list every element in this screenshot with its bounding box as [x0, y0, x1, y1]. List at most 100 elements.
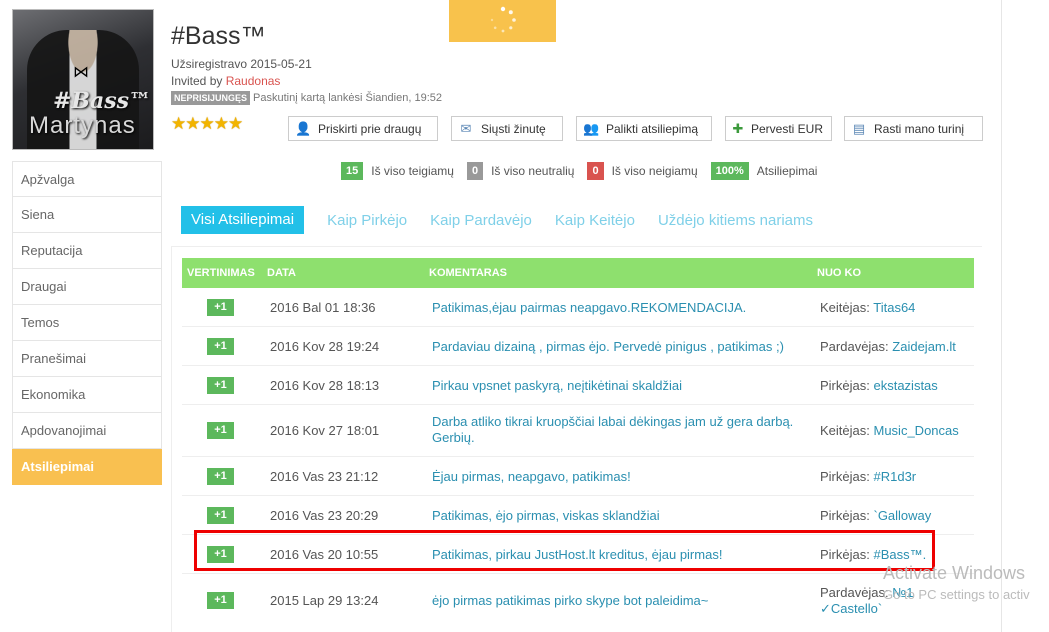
tab-as-exchanger[interactable]: Kaip Keitėjo — [555, 212, 635, 229]
header-vote: VERTINIMAS — [187, 267, 255, 279]
document-icon: ▤ — [852, 120, 866, 136]
neutral-count: 0 — [466, 162, 484, 180]
table-row: +1 2016 Kov 27 18:01 Darba atliko tikrai… — [182, 405, 974, 457]
positive-count: 15 — [341, 162, 364, 180]
add-friend-label: Priskirti prie draugų — [318, 121, 422, 136]
row-from: Keitėjas: Titas64 — [820, 300, 980, 316]
row-role: Pirkėjas: — [820, 378, 870, 393]
row-comment: ėjo pirmas patikimas pirko skype bot pal… — [432, 593, 709, 608]
row-comment: Pardaviau dizainą , pirmas ėjo. Pervedė … — [432, 339, 784, 354]
row-role: Pirkėjas: — [820, 508, 870, 523]
send-message-button[interactable]: ✉ Siųsti žinutę — [451, 116, 563, 141]
sidebar-item-friends[interactable]: Draugai — [12, 269, 162, 305]
row-user-link[interactable]: Zaidejam.lt — [892, 339, 956, 354]
row-from: Keitėjas: Music_Doncas — [820, 423, 980, 439]
sidebar-item-awards[interactable]: Apdovanojimai — [12, 413, 162, 449]
row-date: 2016 Bal 01 18:36 — [270, 300, 376, 315]
registration-date: Užsiregistravo 2015-05-21 — [171, 57, 312, 71]
inviter-link[interactable]: Raudonas — [226, 74, 281, 88]
feedback-table: VERTINIMAS DATA KOMENTARAS NUO KO +1 201… — [171, 246, 982, 632]
header-comment: KOMENTARAS — [429, 267, 508, 279]
row-user-link[interactable]: Music_Doncas — [874, 423, 959, 438]
row-date: 2016 Kov 27 18:01 — [270, 423, 380, 438]
row-user-link[interactable]: ekstazistas — [873, 378, 937, 393]
row-user-link[interactable]: Titas64 — [873, 300, 915, 315]
tab-as-seller[interactable]: Kaip Pardavėjo — [430, 212, 532, 229]
vote-badge: +1 — [207, 422, 234, 439]
add-friend-button[interactable]: 👤 Priskirti prie draugų — [288, 116, 438, 141]
row-from: Pirkėjas: `Galloway — [820, 508, 980, 524]
row-comment: Patikimas, ėjo pirmas, viskas sklandžiai — [432, 508, 660, 523]
row-role: Pardavėjas: — [820, 339, 889, 354]
feedback-counters: 15 Iš viso teigiamų 0 Iš viso neutralių 0I… — [341, 162, 830, 180]
find-content-label: Rasti mano turinį — [874, 121, 965, 136]
row-date: 2015 Lap 29 13:24 — [270, 593, 379, 608]
row-role: Keitėjas: — [820, 423, 870, 438]
vote-badge: +1 — [207, 507, 234, 524]
row-date: 2016 Kov 28 19:24 — [270, 339, 380, 354]
positive-label: Iš viso teigiamų — [371, 164, 454, 178]
negative-label: Iš viso neigiamų — [611, 164, 698, 178]
bowtie-icon: ⋈ — [73, 64, 89, 81]
money-icon: ✚ — [732, 120, 744, 136]
row-role: Pirkėjas: — [820, 469, 870, 484]
send-message-label: Siųsti žinutę — [481, 121, 546, 136]
row-date: 2016 Vas 23 21:12 — [270, 469, 379, 484]
online-status: NEPRISIJUNGĘS Paskutinį kartą lankėsi Šia… — [171, 91, 442, 105]
spinner-icon — [490, 6, 516, 33]
header-date: DATA — [267, 267, 296, 279]
find-content-button[interactable]: ▤ Rasti mano turinį — [844, 116, 983, 141]
table-row: +1 2016 Kov 28 19:24 Pardaviau dizainą ,… — [182, 327, 974, 366]
tab-as-buyer[interactable]: Kaip Pirkėjo — [327, 212, 407, 229]
table-row: +1 2016 Vas 23 21:12 Ėjau pirmas, neapga… — [182, 457, 974, 496]
activation-watermark-subtitle: Go to PC settings to activ — [883, 587, 1030, 602]
sidebar-item-wall[interactable]: Siena — [12, 197, 162, 233]
feedback-percent-label: Atsiliepimai — [756, 164, 818, 178]
table-row: +1 2016 Kov 28 18:13 Pirkau vpsnet pasky… — [182, 366, 974, 405]
sidebar-item-feedback[interactable]: Atsiliepimai — [12, 449, 162, 485]
status-badge: NEPRISIJUNGĘS — [171, 91, 251, 105]
leave-feedback-button[interactable]: 👥 Palikti atsiliepimą — [576, 116, 712, 141]
loading-banner — [449, 0, 556, 42]
vote-badge: +1 — [207, 299, 234, 316]
vote-badge: +1 — [207, 592, 234, 609]
sidebar-item-overview[interactable]: Apžvalga — [12, 161, 162, 197]
tab-all-feedback[interactable]: Visi Atsiliepimai — [181, 206, 305, 234]
leave-feedback-label: Palikti atsiliepimą — [606, 121, 699, 136]
row-date: 2016 Kov 28 18:13 — [270, 378, 380, 393]
neutral-label: Iš viso neutralių — [491, 164, 575, 178]
header-from: NUO KO — [817, 267, 861, 279]
content-divider — [1001, 0, 1002, 632]
feedback-tabs: Visi Atsiliepimai Kaip Pirkėjo Kaip Pard… — [181, 206, 836, 234]
row-comment: Pirkau vpsnet paskyrą, neįtikėtinai skal… — [432, 378, 683, 393]
envelope-icon: ✉ — [460, 120, 472, 136]
rating-stars: ★★★★★ — [171, 114, 243, 133]
row-comment: Ėjau pirmas, neapgavo, patikimas! — [432, 469, 631, 484]
sidebar-item-topics[interactable]: Temos — [12, 305, 162, 341]
invited-by-label: Invited by — [171, 74, 226, 88]
feedback-icon: 👥 — [583, 120, 600, 136]
row-date: 2016 Vas 23 20:29 — [270, 508, 379, 523]
table-row: +1 2016 Bal 01 18:36 Patikimas,ėjau pair… — [182, 288, 974, 327]
vote-badge: +1 — [207, 377, 234, 394]
transfer-eur-button[interactable]: ✚ Pervesti EUR — [725, 116, 832, 141]
invited-by: Invited by Raudonas — [171, 74, 280, 88]
sidebar-item-messages[interactable]: Pranešimai — [12, 341, 162, 377]
row-comment: Darba atliko tikrai kruopščiai labai dėk… — [432, 414, 794, 445]
row-from: Pardavėjas: Zaidejam.lt — [820, 339, 980, 355]
row-role: Pardavėjas: — [820, 585, 889, 600]
last-visit: Paskutinį kartą lankėsi Šiandien, 19:52 — [253, 92, 442, 104]
tab-given-to-others[interactable]: Uždėjo kitiems nariams — [658, 212, 813, 229]
table-row: +1 2015 Lap 29 13:24 ėjo pirmas patikima… — [182, 574, 974, 626]
vote-badge: +1 — [207, 338, 234, 355]
highlight-box — [194, 530, 935, 571]
sidebar-item-economy[interactable]: Ekonomika — [12, 377, 162, 413]
avatar-logo-bottom: Martynas — [29, 112, 136, 139]
row-user-link[interactable]: #R1d3r — [873, 469, 916, 484]
negative-count: 0 — [587, 162, 604, 180]
profile-page: ⋈ #Bass™ Martynas #Bass™ Užsiregistravo … — [0, 0, 1049, 632]
sidebar-item-reputation[interactable]: Reputacija — [12, 233, 162, 269]
profile-avatar[interactable]: ⋈ #Bass™ Martynas — [12, 9, 154, 150]
row-user-link[interactable]: `Galloway — [873, 508, 931, 523]
row-comment: Patikimas,ėjau pairmas neapgavo.REKOMEND… — [432, 300, 747, 315]
